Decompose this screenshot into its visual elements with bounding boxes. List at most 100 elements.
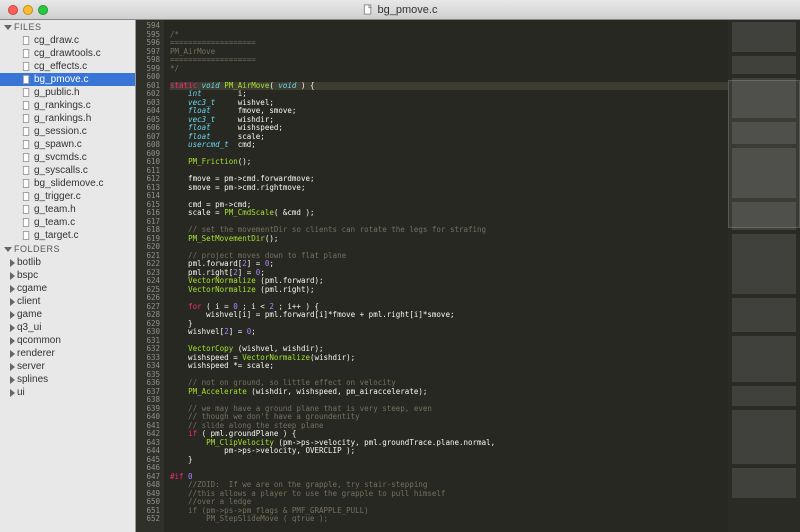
file-item[interactable]: g_session.c	[0, 125, 135, 138]
file-name: g_trigger.c	[34, 191, 81, 202]
file-name: bg_pmove.c	[34, 74, 88, 85]
code-line[interactable]: wishvel[i] = pml.forward[i]*fmove + pml.…	[170, 311, 728, 320]
folder-item[interactable]: renderer	[0, 347, 135, 360]
folder-name: botlib	[17, 257, 41, 268]
file-item[interactable]: bg_slidemove.c	[0, 177, 135, 190]
file-icon	[22, 179, 31, 188]
minimap-block	[732, 22, 796, 52]
file-item[interactable]: g_team.h	[0, 203, 135, 216]
folder-item[interactable]: cgame	[0, 282, 135, 295]
file-icon	[22, 49, 31, 58]
folder-item[interactable]: ui	[0, 386, 135, 399]
line-number-gutter: 5945955965975985996006016026036046056066…	[136, 20, 164, 532]
folder-name: bspc	[17, 270, 38, 281]
code-line[interactable]: scale = PM_CmdScale( &cmd );	[170, 209, 728, 218]
code-line[interactable]	[170, 150, 728, 159]
file-name: g_team.h	[34, 204, 76, 215]
file-icon	[22, 127, 31, 136]
file-icon	[22, 88, 31, 97]
open-files-list: cg_draw.ccg_drawtools.c cg_effects.c bg_pm…	[0, 34, 135, 242]
files-header-label: FILES	[14, 22, 42, 32]
folder-item[interactable]: botlib	[0, 256, 135, 269]
folder-name: splines	[17, 374, 48, 385]
code-line[interactable]	[170, 464, 728, 473]
code-line[interactable]: VectorNormalize (pml.right);	[170, 286, 728, 295]
folder-item[interactable]: client	[0, 295, 135, 308]
folder-item[interactable]: qcommon	[0, 334, 135, 347]
file-item[interactable]: g_target.c	[0, 229, 135, 242]
files-section-header[interactable]: FILES	[0, 20, 135, 34]
folder-item[interactable]: server	[0, 360, 135, 373]
file-item[interactable]: g_svcmds.c	[0, 151, 135, 164]
workspace: FILES cg_draw.ccg_drawtools.c cg_effects.…	[0, 20, 800, 532]
file-item[interactable]: cg_draw.c	[0, 34, 135, 47]
file-icon	[22, 140, 31, 149]
file-icon	[22, 205, 31, 214]
line-number: 652	[136, 515, 160, 524]
minimap-block	[732, 56, 796, 74]
code-line[interactable]: static void PM_AirMove( void ) {	[170, 82, 728, 91]
file-item[interactable]: g_rankings.c	[0, 99, 135, 112]
file-item[interactable]: g_rankings.h	[0, 112, 135, 125]
file-icon	[22, 166, 31, 175]
window-title: bg_pmove.c	[363, 4, 438, 16]
project-folders-list: botlib bspccgameclientgameq3_uiqcommon ren…	[0, 256, 135, 399]
code-line[interactable]: PM_StepSlideMove ( qtrue );	[170, 515, 728, 524]
file-item[interactable]: g_team.c	[0, 216, 135, 229]
disclosure-triangle-icon	[4, 247, 12, 252]
code-line[interactable]: PM_Friction();	[170, 158, 728, 167]
minimap-block	[732, 468, 796, 498]
code-line[interactable]	[170, 22, 728, 31]
code-line[interactable]: }	[170, 456, 728, 465]
sidebar: FILES cg_draw.ccg_drawtools.c cg_effects.…	[0, 20, 136, 532]
file-icon	[22, 114, 31, 123]
minimize-window-button[interactable]	[23, 5, 33, 15]
code-line[interactable]: PM_SetMovementDir();	[170, 235, 728, 244]
disclosure-triangle-icon	[10, 337, 15, 345]
minimap-block	[732, 386, 796, 406]
folder-name: qcommon	[17, 335, 61, 346]
file-name: cg_effects.c	[34, 61, 87, 72]
disclosure-triangle-icon	[10, 350, 15, 358]
folders-section-header[interactable]: FOLDERS	[0, 242, 135, 256]
code-line[interactable]: usercmd_t cmd;	[170, 141, 728, 150]
zoom-window-button[interactable]	[38, 5, 48, 15]
file-name: bg_slidemove.c	[34, 178, 103, 189]
folder-name: ui	[17, 387, 25, 398]
file-item[interactable]: g_spawn.c	[0, 138, 135, 151]
file-item[interactable]: cg_effects.c	[0, 60, 135, 73]
file-name: g_rankings.c	[34, 100, 91, 111]
code-line[interactable]	[170, 192, 728, 201]
code-line[interactable]: ===================	[170, 39, 728, 48]
close-window-button[interactable]	[8, 5, 18, 15]
code-line[interactable]: ===================	[170, 56, 728, 65]
file-icon	[22, 101, 31, 110]
folder-item[interactable]: game	[0, 308, 135, 321]
code-line[interactable]: */	[170, 65, 728, 74]
file-name: g_team.c	[34, 217, 75, 228]
file-name: g_rankings.h	[34, 113, 91, 124]
code-line[interactable]: wishspeed *= scale;	[170, 362, 728, 371]
minimap-block	[732, 336, 796, 382]
file-name: g_target.c	[34, 230, 78, 241]
folder-item[interactable]: splines	[0, 373, 135, 386]
file-item[interactable]: g_public.h	[0, 86, 135, 99]
minimap[interactable]	[728, 20, 800, 532]
file-item[interactable]: g_trigger.c	[0, 190, 135, 203]
folder-name: renderer	[17, 348, 55, 359]
code-line[interactable]: wishvel[2] = 0;	[170, 328, 728, 337]
file-item[interactable]: cg_drawtools.c	[0, 47, 135, 60]
code-line[interactable]: //this allows a player to use the grappl…	[170, 490, 728, 499]
file-item[interactable]: bg_pmove.c	[0, 73, 135, 86]
file-item[interactable]: g_syscalls.c	[0, 164, 135, 177]
disclosure-triangle-icon	[10, 389, 15, 397]
code-area[interactable]: /*===================PM_AirMove=========…	[164, 20, 728, 532]
code-line[interactable]: PM_Accelerate (wishdir, wishspeed, pm_ai…	[170, 388, 728, 397]
disclosure-triangle-icon	[10, 311, 15, 319]
code-line[interactable]: smove = pm->cmd.rightmove;	[170, 184, 728, 193]
folder-item[interactable]: bspc	[0, 269, 135, 282]
minimap-viewport[interactable]	[728, 80, 800, 228]
code-line[interactable]: pm->ps->velocity, OVERCLIP );	[170, 447, 728, 456]
file-name: cg_drawtools.c	[34, 48, 101, 59]
folder-item[interactable]: q3_ui	[0, 321, 135, 334]
